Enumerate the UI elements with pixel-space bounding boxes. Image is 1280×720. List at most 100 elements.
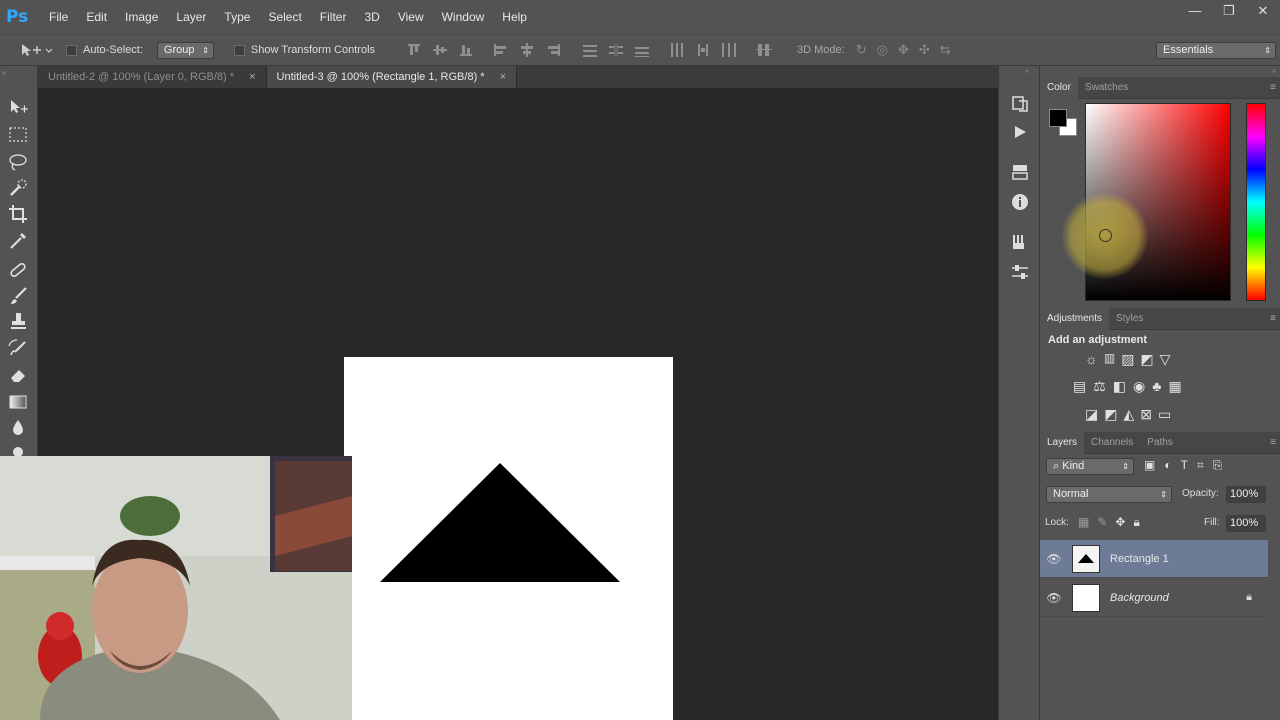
vibrance-icon[interactable]: ▽ bbox=[1160, 351, 1171, 368]
info-panel-icon[interactable] bbox=[1010, 192, 1030, 212]
brush-presets-icon[interactable] bbox=[1010, 232, 1030, 252]
align-vcenter-icon[interactable] bbox=[432, 43, 448, 57]
tab-swatches[interactable]: Swatches bbox=[1078, 77, 1135, 99]
align-bottom-icon[interactable] bbox=[458, 43, 474, 57]
exposure-icon[interactable]: ◩ bbox=[1140, 351, 1153, 368]
align-right-icon[interactable] bbox=[545, 43, 561, 57]
layer-comps-icon[interactable] bbox=[1010, 162, 1030, 182]
filter-shape-icon[interactable]: ⌗ bbox=[1197, 458, 1204, 473]
show-transform-controls-checkbox[interactable]: Show Transform Controls bbox=[233, 44, 375, 56]
tab-close-icon[interactable]: × bbox=[500, 71, 506, 83]
tab-styles[interactable]: Styles bbox=[1109, 308, 1150, 330]
auto-select-target-dropdown[interactable]: Group ⇕ bbox=[156, 41, 214, 59]
filter-type-icon[interactable]: T bbox=[1181, 458, 1188, 473]
menu-type[interactable]: Type bbox=[215, 0, 259, 34]
foreground-color-swatch[interactable] bbox=[1049, 109, 1067, 127]
levels-icon[interactable]: ▥ bbox=[1104, 351, 1115, 368]
restore-button[interactable]: ❐ bbox=[1212, 0, 1246, 22]
tab-untitled-3[interactable]: Untitled-3 @ 100% (Rectangle 1, RGB/8) *… bbox=[266, 66, 518, 88]
brightness-contrast-icon[interactable]: ☼ bbox=[1085, 351, 1098, 368]
lock-position-icon[interactable]: ✥ bbox=[1115, 515, 1125, 530]
layer-filter-dropdown[interactable]: ⌕ Kind ⇕ bbox=[1046, 458, 1134, 475]
collapse-toolbox-icon[interactable]: » bbox=[2, 70, 6, 77]
healing-brush-tool-icon[interactable] bbox=[6, 258, 30, 282]
quick-selection-tool-icon[interactable] bbox=[6, 176, 30, 200]
transform-controls-box[interactable] bbox=[233, 44, 245, 56]
panel-menu-icon[interactable]: ≡ bbox=[1270, 313, 1276, 324]
collapse-panels-icon[interactable]: » bbox=[1272, 68, 1276, 75]
menu-help[interactable]: Help bbox=[493, 0, 536, 34]
blend-mode-dropdown[interactable]: Normal ⇕ bbox=[1046, 486, 1172, 503]
3d-scale-icon[interactable]: ⇆ bbox=[940, 42, 951, 58]
menu-filter[interactable]: Filter bbox=[311, 0, 356, 34]
distribute-left-icon[interactable] bbox=[669, 43, 685, 57]
workspace-dropdown[interactable]: Essentials ⇕ bbox=[1156, 42, 1276, 59]
tab-channels[interactable]: Channels bbox=[1084, 432, 1140, 454]
color-picker-cursor[interactable] bbox=[1099, 229, 1112, 242]
color-lookup-icon[interactable]: ▦ bbox=[1168, 378, 1181, 395]
fill-input[interactable]: 100% bbox=[1226, 515, 1266, 532]
invert-icon[interactable]: ◪ bbox=[1085, 406, 1098, 423]
eraser-tool-icon[interactable] bbox=[6, 363, 30, 387]
tab-untitled-2[interactable]: Untitled-2 @ 100% (Layer 0, RGB/8) * × bbox=[38, 66, 267, 88]
menu-layer[interactable]: Layer bbox=[167, 0, 215, 34]
selective-color-icon[interactable]: ⊠ bbox=[1140, 406, 1152, 423]
black-white-icon[interactable]: ◧ bbox=[1113, 378, 1126, 395]
triangle-shape[interactable] bbox=[344, 357, 673, 720]
brush-tool-icon[interactable] bbox=[6, 284, 30, 308]
gradient-tool-icon[interactable] bbox=[6, 390, 30, 414]
distribute-hcenter-icon[interactable] bbox=[695, 43, 711, 57]
color-balance-icon[interactable]: ⚖ bbox=[1093, 378, 1106, 395]
layer-name[interactable]: Background bbox=[1110, 592, 1169, 604]
photo-filter-icon[interactable]: ◉ bbox=[1133, 378, 1145, 395]
channel-mixer-icon[interactable]: ♣ bbox=[1152, 378, 1161, 395]
3d-slide-icon[interactable]: ✣ bbox=[919, 42, 930, 58]
eyedropper-tool-icon[interactable] bbox=[6, 229, 30, 253]
hue-slider[interactable] bbox=[1246, 103, 1266, 301]
gradient-map-icon[interactable]: ▭ bbox=[1158, 406, 1171, 423]
tab-adjustments[interactable]: Adjustments bbox=[1040, 307, 1110, 330]
move-tool-preset-icon[interactable] bbox=[18, 40, 58, 60]
minimize-button[interactable]: — bbox=[1178, 0, 1212, 22]
blur-tool-icon[interactable] bbox=[6, 416, 30, 440]
hue-saturation-icon[interactable]: ▤ bbox=[1073, 378, 1086, 395]
layer-rectangle-1[interactable]: 👁︎ Rectangle 1 bbox=[1040, 540, 1268, 578]
lasso-tool-icon[interactable] bbox=[6, 150, 30, 174]
move-tool-icon[interactable] bbox=[6, 96, 30, 120]
filter-smart-object-icon[interactable]: ⎘ bbox=[1213, 458, 1223, 473]
layer-background[interactable]: 👁︎ Background 🔒︎ bbox=[1040, 579, 1268, 617]
3d-orbit-icon[interactable]: ↻ bbox=[856, 42, 867, 58]
opacity-input[interactable]: 100% bbox=[1226, 486, 1266, 503]
filter-pixel-icon[interactable]: ▣ bbox=[1144, 458, 1155, 473]
history-panel-icon[interactable] bbox=[1010, 93, 1030, 113]
align-left-icon[interactable] bbox=[493, 43, 509, 57]
history-brush-tool-icon[interactable] bbox=[6, 337, 30, 361]
panel-menu-icon[interactable]: ≡ bbox=[1270, 437, 1276, 448]
layer-name[interactable]: Rectangle 1 bbox=[1110, 553, 1169, 565]
tab-layers[interactable]: Layers bbox=[1040, 431, 1085, 454]
distribute-top-icon[interactable] bbox=[582, 43, 598, 57]
menu-file[interactable]: File bbox=[40, 0, 77, 34]
marquee-tool-icon[interactable] bbox=[6, 123, 30, 147]
posterize-icon[interactable]: ◩ bbox=[1104, 406, 1117, 423]
lock-transparent-icon[interactable]: ▦ bbox=[1078, 515, 1089, 530]
visibility-eye-icon[interactable]: 👁︎ bbox=[1040, 552, 1068, 566]
document-canvas[interactable] bbox=[344, 357, 673, 720]
filter-adjustment-icon[interactable]: ◐ bbox=[1164, 458, 1171, 473]
threshold-icon[interactable]: ◭ bbox=[1123, 406, 1134, 423]
align-hcenter-icon[interactable] bbox=[519, 43, 535, 57]
lock-all-icon[interactable]: 🔒︎ bbox=[1133, 515, 1139, 530]
tab-close-icon[interactable]: × bbox=[249, 71, 255, 83]
menu-view[interactable]: View bbox=[389, 0, 433, 34]
distribute-vcenter-icon[interactable] bbox=[608, 43, 624, 57]
visibility-eye-icon[interactable]: 👁︎ bbox=[1040, 591, 1068, 605]
menu-image[interactable]: Image bbox=[116, 0, 167, 34]
auto-select-box[interactable] bbox=[66, 44, 77, 56]
distribute-bottom-icon[interactable] bbox=[634, 43, 650, 57]
curves-icon[interactable]: ▨ bbox=[1121, 351, 1134, 368]
menu-window[interactable]: Window bbox=[433, 0, 494, 34]
properties-panel-icon[interactable] bbox=[1010, 262, 1030, 282]
3d-roll-icon[interactable]: ◎ bbox=[877, 42, 888, 58]
lock-pixels-icon[interactable]: ✎ bbox=[1097, 515, 1107, 530]
crop-tool-icon[interactable] bbox=[6, 202, 30, 226]
